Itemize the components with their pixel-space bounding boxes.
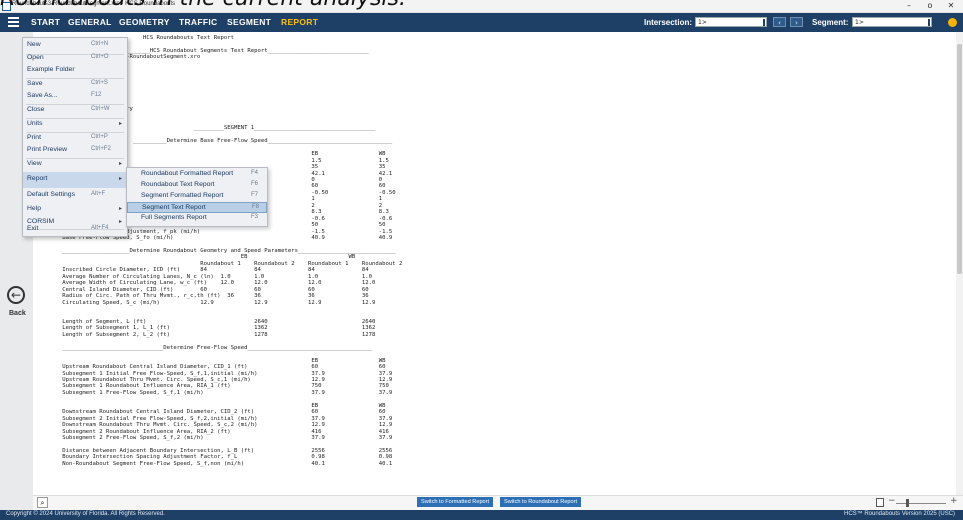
menu-item-exit[interactable]: Exit Alt+F4 xyxy=(23,222,127,238)
user-avatar-icon[interactable] xyxy=(948,18,957,27)
submenu-item-shortcut: F4 xyxy=(251,170,259,176)
menu-item-shortcut: Alt+F xyxy=(91,191,106,197)
menu-item-shortcut: Alt+F4 xyxy=(91,225,109,231)
submenu-item-shortcut: F6 xyxy=(251,181,259,187)
vertical-scrollbar[interactable] xyxy=(956,32,963,495)
menu-item-shortcut: Ctrl+O xyxy=(91,54,109,60)
submenu-arrow-icon: ▸ xyxy=(119,120,123,127)
menu-item-label: View xyxy=(27,160,42,167)
maximize-button[interactable]: o xyxy=(921,0,939,12)
menu-item-label: Report xyxy=(27,175,48,182)
submenu-item-segment-formatted-report[interactable]: Segment Formatted Report F7 xyxy=(127,191,267,202)
zoom-out-icon[interactable]: − xyxy=(888,496,896,506)
tab-traffic[interactable]: TRAFFIC xyxy=(179,17,217,27)
submenu-item-roundabout-text-report[interactable]: Roundabout Text Report F6 xyxy=(127,180,267,191)
report-submenu: Roundabout Formatted Report F4 Roundabout… xyxy=(126,167,268,227)
scrollbar-thumb[interactable] xyxy=(957,44,962,274)
tab-report[interactable]: REPORT xyxy=(281,17,318,27)
menu-item-label: New xyxy=(27,41,41,48)
submenu-item-label: Roundabout Formatted Report xyxy=(141,170,234,177)
intersection-select[interactable]: 1> xyxy=(695,17,767,27)
menu-item-label: Save xyxy=(27,80,43,87)
submenu-item-segment-text-report[interactable]: Segment Text Report F8 xyxy=(127,202,267,213)
next-intersection-button[interactable]: › xyxy=(790,17,803,27)
submenu-item-shortcut: F7 xyxy=(251,192,259,198)
segment-label: Segment: xyxy=(812,18,849,27)
search-icon[interactable]: ⌕ xyxy=(37,497,48,508)
menu-item-label: Units xyxy=(27,120,43,127)
menu-item-label: Example Folder xyxy=(27,66,75,73)
submenu-item-label: Full Segments Report xyxy=(141,214,207,221)
segment-value: 1> xyxy=(855,19,864,26)
figure-caption: Roundabouts in the current analysis. xyxy=(0,0,406,11)
version-text: HCS™ Roundabouts Version 2025 (USC) xyxy=(844,511,956,517)
menu-item-shortcut: Ctrl+W xyxy=(91,106,110,112)
segment-select[interactable]: 1> xyxy=(852,17,932,27)
zoom-in-icon[interactable]: + xyxy=(950,496,958,506)
menu-item-label: Default Settings xyxy=(27,191,75,198)
menu-item-shortcut: Ctrl+S xyxy=(91,80,108,86)
submenu-arrow-icon: ▸ xyxy=(119,175,123,182)
tab-start[interactable]: START xyxy=(31,17,60,27)
minimize-button[interactable]: – xyxy=(900,0,918,12)
intersection-value: 1> xyxy=(698,19,707,26)
menu-item-label: Print xyxy=(27,134,41,141)
menu-item-label: Close xyxy=(27,106,45,113)
copyright-text: Copyright © 2024 University of Florida. … xyxy=(6,511,165,517)
submenu-arrow-icon: ▸ xyxy=(119,160,123,167)
submenu-arrow-icon: ▸ xyxy=(119,205,123,212)
submenu-item-label: Segment Text Report xyxy=(142,204,206,211)
text-report-area: HCS Roundabouts Text Report __________HC… xyxy=(33,32,953,495)
file-menu-dropdown: New Ctrl+N Open Ctrl+O Example Folder Save… xyxy=(22,37,128,237)
intersection-label: Intersection: xyxy=(644,18,693,27)
submenu-item-full-segments-report[interactable]: Full Segments Report F3 xyxy=(127,213,267,224)
tab-general[interactable]: GENERAL xyxy=(68,17,112,27)
page-view-icon[interactable] xyxy=(876,498,884,507)
menu-item-label: Save As... xyxy=(27,92,58,99)
zoom-control: − + xyxy=(876,496,961,508)
menu-item-report[interactable]: Report ▸ xyxy=(23,172,127,188)
back-arrow-icon[interactable]: ← xyxy=(7,286,25,304)
menu-item-shortcut: Ctrl+N xyxy=(91,41,109,47)
menu-item-view[interactable]: View ▸ xyxy=(23,157,127,173)
menu-item-label: Exit xyxy=(27,225,39,232)
switch-to-formatted-report-button[interactable]: Switch to Formatted Report xyxy=(417,497,494,507)
menu-item-shortcut: F12 xyxy=(91,92,102,98)
status-bar: Copyright © 2024 University of Florida. … xyxy=(0,510,963,520)
tab-segment[interactable]: SEGMENT xyxy=(227,17,271,27)
submenu-item-shortcut: F8 xyxy=(252,204,260,210)
menu-item-shortcut: Ctrl+P xyxy=(91,134,108,140)
submenu-item-shortcut: F3 xyxy=(251,214,259,220)
submenu-item-label: Roundabout Text Report xyxy=(141,181,215,188)
submenu-item-roundabout-formatted-report[interactable]: Roundabout Formatted Report F4 xyxy=(127,169,267,180)
switch-to-roundabout-report-button[interactable]: Switch to Roundabout Report xyxy=(500,497,582,507)
zoom-slider-knob[interactable] xyxy=(906,499,909,507)
hamburger-menu-icon[interactable] xyxy=(8,17,19,28)
ribbon-bar: START GENERAL GEOMETRY TRAFFIC SEGMENT R… xyxy=(0,13,963,32)
menu-item-label: Print Preview xyxy=(27,146,68,153)
report-bottom-toolbar: ⌕ Switch to Formatted Report Switch to R… xyxy=(33,495,963,511)
prev-intersection-button[interactable]: ‹ xyxy=(773,17,786,27)
zoom-slider-track[interactable] xyxy=(896,503,946,504)
menu-item-label: Help xyxy=(27,205,41,212)
menu-item-shortcut: Ctrl+F2 xyxy=(91,146,111,152)
menu-item-label: Open xyxy=(27,54,44,61)
submenu-item-label: Segment Formatted Report xyxy=(141,192,224,199)
back-label[interactable]: Back xyxy=(9,310,26,317)
close-window-button[interactable]: ✕ xyxy=(942,0,960,12)
tab-geometry[interactable]: GEOMETRY xyxy=(119,17,170,27)
